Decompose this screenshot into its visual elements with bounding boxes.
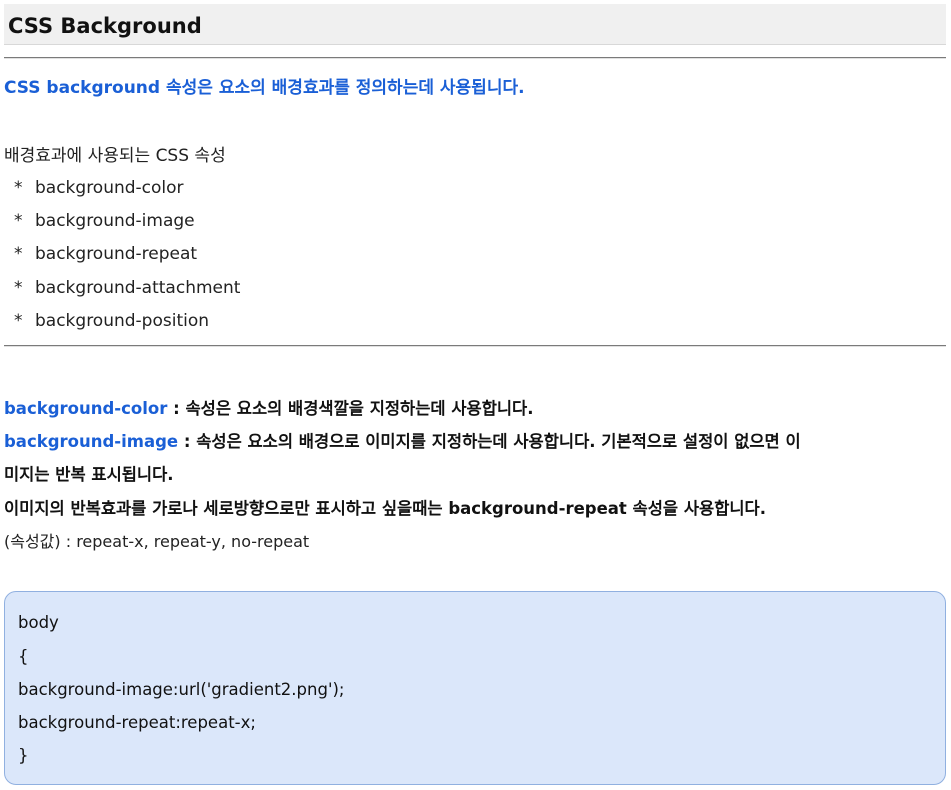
bullet-marker: * [14, 244, 23, 265]
property-list: * background-color * background-image * bac… [14, 176, 240, 342]
list-item: * background-attachment [14, 276, 240, 309]
code-example-box: body { background-image:url('gradient2.p… [4, 591, 946, 785]
background-color-keyword: background-color [4, 399, 168, 418]
code-line: } [18, 746, 29, 765]
background-color-text: : 속성은 요소의 배경색깔을 지정하는데 사용합니다. [167, 399, 534, 418]
page-title: CSS Background [8, 14, 202, 38]
tutorial-page: CSS Background CSS background 속성은 요소의 배경… [0, 0, 951, 790]
code-line: background-image:url('gradient2.png'); [18, 680, 345, 699]
top-divider [4, 57, 946, 59]
background-image-description: background-image : 속성은 요소의 배경으로 이미지를 지정하… [4, 430, 801, 454]
background-repeat-description: 이미지의 반복효과를 가로나 세로방향으로만 표시하고 싶을때는 backgro… [4, 499, 767, 518]
code-line: background-repeat:repeat-x; [18, 713, 256, 732]
background-image-description-continued: 미지는 반복 표시됩니다. [4, 465, 174, 484]
code-line: { [18, 647, 29, 666]
middle-divider [4, 345, 946, 347]
background-color-description: background-color : 속성은 요소의 배경색깔을 지정하는데 사… [4, 397, 534, 421]
list-heading: 배경효과에 사용되는 CSS 속성 [4, 146, 226, 166]
bullet-marker: * [14, 211, 23, 232]
background-image-keyword: background-image [4, 432, 179, 451]
background-image-text: : 속성은 요소의 배경으로 이미지를 지정하는데 사용합니다. 기본적으로 설… [178, 432, 801, 451]
code-line: body [18, 613, 59, 632]
property-name: background-repeat [35, 244, 198, 265]
bullet-marker: * [14, 310, 23, 331]
list-item: * background-repeat [14, 242, 240, 275]
list-item: * background-color [14, 176, 240, 209]
repeat-values-text: (속성값) : repeat-x, repeat-y, no-repeat [4, 532, 310, 551]
property-name: background-attachment [35, 277, 241, 298]
property-name: background-color [35, 178, 184, 198]
bullet-marker: * [14, 178, 23, 198]
list-item: * background-position [14, 309, 240, 342]
list-item: * background-image [14, 209, 240, 242]
bullet-marker: * [14, 277, 23, 298]
title-bar: CSS Background [4, 4, 946, 45]
property-name: background-image [35, 211, 195, 232]
property-name: background-position [35, 310, 210, 331]
intro-text: CSS background 속성은 요소의 배경효과를 정의하는데 사용됩니다… [4, 78, 525, 98]
